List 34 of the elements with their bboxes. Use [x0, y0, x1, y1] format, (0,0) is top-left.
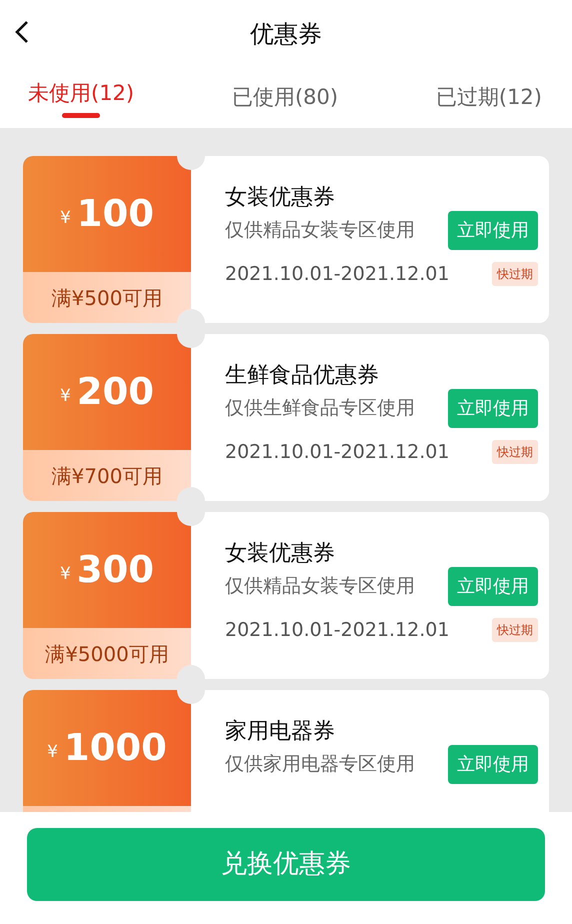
coupon-description: 仅供精品女装专区使用: [225, 574, 415, 599]
use-now-button[interactable]: 立即使用: [448, 744, 538, 784]
expiring-tag: 快过期: [492, 618, 538, 642]
coupon-description: 仅供生鲜食品专区使用: [225, 396, 415, 421]
currency-sign: ¥: [47, 741, 58, 764]
currency-sign: ¥: [60, 563, 71, 586]
tab[interactable]: 已过期(12): [436, 68, 542, 120]
coupon-title: 女装优惠券: [225, 540, 336, 568]
use-now-button[interactable]: 立即使用: [448, 566, 538, 606]
coupon-title: 家用电器券: [225, 718, 336, 746]
coupon-title: 女装优惠券: [225, 184, 336, 212]
page-title: 优惠券: [250, 19, 322, 50]
condition-label: 满¥500可用: [23, 272, 191, 323]
currency-sign: ¥: [60, 385, 71, 408]
coupon-title: 生鲜食品优惠券: [225, 362, 380, 390]
condition-label: 满¥5000可用: [23, 628, 191, 679]
coupon-amount: 200: [76, 369, 154, 416]
coupon-amount: 100: [76, 191, 154, 238]
use-now-button[interactable]: 立即使用: [448, 210, 538, 250]
tab[interactable]: 未使用(12): [28, 68, 134, 120]
validity-date: 2021.10.01-2021.12.01: [225, 262, 450, 287]
condition-label: 满¥700可用: [23, 450, 191, 501]
validity-date: 2021.10.01-2021.12.01: [225, 618, 450, 643]
expiring-tag: 快过期: [492, 440, 538, 464]
validity-date: 2021.10.01-2021.12.01: [225, 440, 450, 465]
tab[interactable]: 已使用(80): [232, 68, 338, 120]
coupon-description: 仅供家用电器专区使用: [225, 752, 415, 777]
coupon-amount: 300: [76, 547, 154, 594]
coupon-description: 仅供精品女装专区使用: [225, 218, 415, 243]
redeem-coupon-button[interactable]: 兑换优惠券: [27, 828, 545, 901]
use-now-button[interactable]: 立即使用: [448, 388, 538, 428]
coupon-amount: 1000: [64, 725, 167, 772]
expiring-tag: 快过期: [492, 262, 538, 286]
currency-sign: ¥: [60, 207, 71, 230]
